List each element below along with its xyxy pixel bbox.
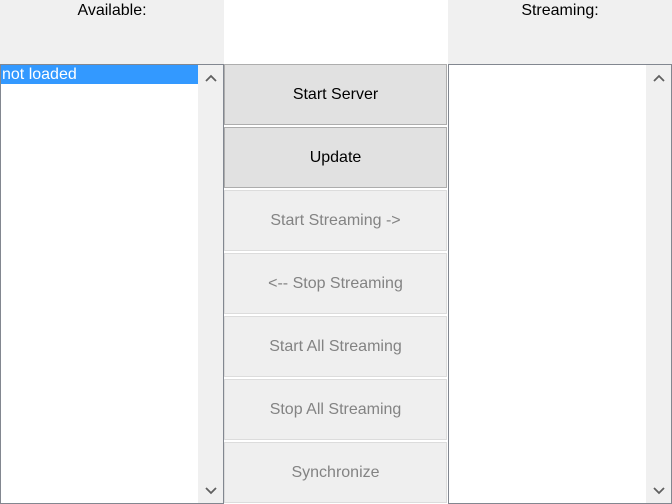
scroll-down-icon[interactable] — [646, 478, 671, 503]
scroll-down-icon[interactable] — [198, 478, 223, 503]
streaming-list-content — [449, 65, 646, 503]
start-streaming-button: Start Streaming -> — [224, 190, 447, 251]
update-button[interactable]: Update — [224, 127, 447, 188]
scroll-up-icon[interactable] — [198, 65, 223, 90]
available-listbox[interactable]: not loaded — [0, 64, 224, 504]
streaming-label: Streaming: — [521, 2, 599, 19]
available-label: Available: — [77, 2, 147, 19]
streaming-scrollbar[interactable] — [646, 65, 671, 503]
stop-all-streaming-button: Stop All Streaming — [224, 379, 447, 440]
streaming-listbox[interactable] — [448, 64, 672, 504]
stop-streaming-button: <-- Stop Streaming — [224, 253, 447, 314]
start-server-button[interactable]: Start Server — [224, 64, 447, 125]
available-scrollbar[interactable] — [198, 65, 223, 503]
available-list-item[interactable]: not loaded — [1, 65, 198, 84]
start-all-streaming-button: Start All Streaming — [224, 316, 447, 377]
available-list-content: not loaded — [1, 65, 198, 503]
scroll-up-icon[interactable] — [646, 65, 671, 90]
synchronize-button: Synchronize — [224, 442, 447, 503]
